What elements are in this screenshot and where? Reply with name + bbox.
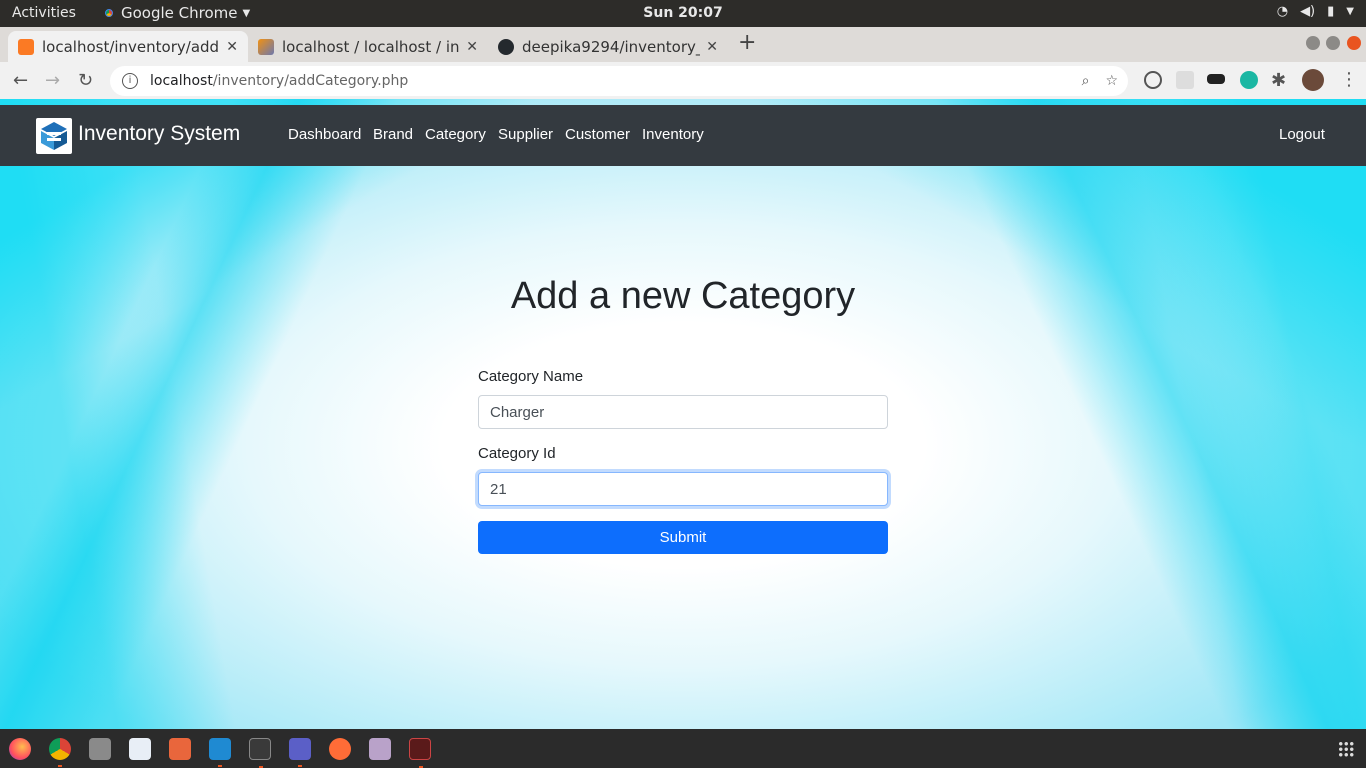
extension-icon[interactable] <box>1144 71 1162 89</box>
url-text[interactable]: localhost/inventory/addCategory.php <box>150 73 408 89</box>
tab-strip: localhost/inventory/addC ✕ localhost / l… <box>0 27 1366 62</box>
page-content: Inventory System Dashboard Brand Categor… <box>0 99 1366 729</box>
menu-icon[interactable]: ⋮ <box>1340 69 1358 90</box>
text-editor-icon[interactable] <box>129 738 151 760</box>
tab-title: deepika9294/inventory_m <box>522 37 701 56</box>
system-top-bar: Activities Google Chrome ▼ Sun 20:07 ◔ ◀… <box>0 0 1366 27</box>
logout-link[interactable]: Logout <box>1279 126 1325 143</box>
tab-title: localhost / localhost / inve <box>282 37 461 56</box>
extension-icon[interactable] <box>1176 71 1194 89</box>
forward-icon[interactable]: → <box>45 70 60 91</box>
nav-supplier[interactable]: Supplier <box>498 126 553 143</box>
chrome-icon[interactable] <box>49 738 71 767</box>
terminal-icon[interactable] <box>249 738 271 768</box>
star-icon[interactable]: ☆ <box>1105 73 1118 89</box>
show-applications-icon[interactable] <box>1338 741 1354 757</box>
zoom-icon[interactable]: ⌕ <box>1082 73 1090 89</box>
minimize-icon[interactable] <box>1306 36 1320 50</box>
puzzle-icon[interactable]: ✱ <box>1271 70 1286 91</box>
xampp-favicon-icon <box>18 38 34 55</box>
maximize-icon[interactable] <box>1326 36 1340 50</box>
close-icon[interactable]: ✕ <box>706 39 718 55</box>
github-favicon-icon <box>498 38 514 55</box>
reload-icon[interactable]: ↻ <box>78 70 93 91</box>
browser-toolbar: ← → ↻ i localhost/inventory/addCategory.… <box>0 62 1366 99</box>
wifi-icon: ◔ <box>1276 4 1289 19</box>
category-name-input[interactable] <box>478 395 888 429</box>
files-icon[interactable] <box>89 738 111 760</box>
nav-category[interactable]: Category <box>425 126 486 143</box>
info-icon[interactable]: i <box>122 73 138 89</box>
dock <box>0 729 1366 768</box>
tab-title: localhost/inventory/addC <box>42 37 221 56</box>
chevron-down-icon: ▼ <box>1346 6 1354 17</box>
system-tray[interactable]: ◔ ◀) ▮ ▼ <box>1277 4 1354 19</box>
new-tab-icon[interactable]: + <box>738 30 756 55</box>
tab-phpmyadmin[interactable]: localhost / localhost / inve ✕ <box>248 31 488 62</box>
chrome-icon <box>102 6 116 20</box>
nav-brand[interactable]: Brand <box>373 126 413 143</box>
extension-icon[interactable] <box>1240 71 1258 89</box>
nav-inventory[interactable]: Inventory <box>642 126 704 143</box>
postman-icon[interactable] <box>329 738 351 760</box>
tab-github[interactable]: deepika9294/inventory_m ✕ <box>488 31 728 62</box>
database-icon[interactable] <box>369 738 391 760</box>
category-id-label: Category Id <box>478 445 556 462</box>
nav-dashboard[interactable]: Dashboard <box>288 126 361 143</box>
chevron-down-icon: ▼ <box>242 7 251 19</box>
submit-button[interactable]: Submit <box>478 521 888 554</box>
app-menu[interactable]: Google Chrome ▼ <box>102 4 250 22</box>
back-icon[interactable]: ← <box>13 70 28 91</box>
vscode-icon[interactable] <box>209 738 231 767</box>
battery-icon: ▮ <box>1327 4 1335 19</box>
navbar: Inventory System Dashboard Brand Categor… <box>0 105 1366 166</box>
clock[interactable]: Sun 20:07 <box>643 5 722 21</box>
app-menu-label: Google Chrome <box>121 4 238 22</box>
category-id-input[interactable] <box>478 472 888 506</box>
recorder-icon[interactable] <box>409 738 431 768</box>
close-window-icon[interactable] <box>1347 36 1361 50</box>
address-bar[interactable]: i localhost/inventory/addCategory.php ⌕ … <box>110 66 1128 96</box>
close-icon[interactable]: ✕ <box>226 39 238 55</box>
software-icon[interactable] <box>169 738 191 760</box>
phpmyadmin-favicon-icon <box>258 38 274 55</box>
teams-icon[interactable] <box>289 738 311 767</box>
category-name-label: Category Name <box>478 368 584 385</box>
brand-logo-icon[interactable] <box>36 118 72 154</box>
volume-icon: ◀) <box>1300 4 1316 19</box>
avatar[interactable] <box>1302 69 1324 91</box>
tab-add-category[interactable]: localhost/inventory/addC ✕ <box>8 31 248 62</box>
nav-customer[interactable]: Customer <box>565 126 630 143</box>
firefox-icon[interactable] <box>9 738 31 760</box>
brand-name[interactable]: Inventory System <box>78 122 240 146</box>
close-icon[interactable]: ✕ <box>466 39 478 55</box>
page-title: Add a new Category <box>510 275 856 317</box>
extension-icon[interactable] <box>1207 74 1225 84</box>
activities-button[interactable]: Activities <box>12 5 76 21</box>
